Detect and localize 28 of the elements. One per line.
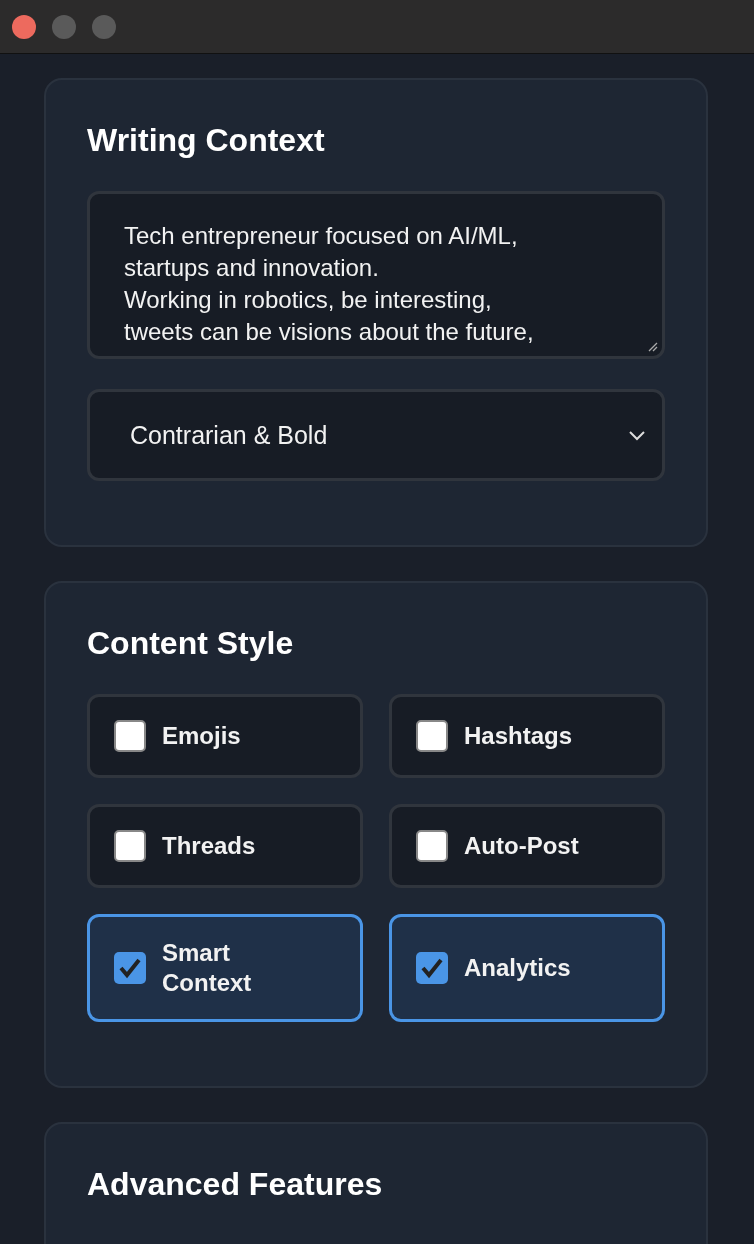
option-toggle[interactable]: Emojis xyxy=(87,694,363,778)
chevron-down-icon xyxy=(628,429,646,441)
resize-grip-icon[interactable] xyxy=(646,340,658,352)
close-window-button[interactable] xyxy=(12,14,36,39)
option-toggle[interactable]: Analytics xyxy=(389,914,665,1022)
option-label: Auto-Post xyxy=(464,831,579,861)
checkbox[interactable] xyxy=(416,720,448,752)
option-toggle[interactable]: Auto-Post xyxy=(389,804,665,888)
option-toggle[interactable]: Smart Context xyxy=(87,914,363,1022)
checkbox[interactable] xyxy=(114,830,146,862)
option-label: Emojis xyxy=(162,721,241,751)
checkbox[interactable] xyxy=(416,830,448,862)
tone-dropdown[interactable]: Contrarian & Bold xyxy=(87,389,665,481)
option-toggle[interactable]: Threads xyxy=(87,804,363,888)
option-label: Analytics xyxy=(464,953,571,983)
checkbox[interactable] xyxy=(114,952,146,984)
option-label: Hashtags xyxy=(464,721,573,751)
check-icon xyxy=(420,957,444,979)
section-title: Content Style xyxy=(87,625,295,662)
option-label: Smart Context xyxy=(162,938,252,998)
option-toggle[interactable]: Hashtags xyxy=(389,694,665,778)
check-icon xyxy=(118,957,142,979)
checkbox[interactable] xyxy=(416,952,448,984)
section-title: Writing Context xyxy=(87,122,326,159)
option-label: Threads xyxy=(162,831,256,861)
description-field[interactable]: Tech entrepreneur focused on AI/ML, startups and innovation. Working in robotics, be interesting, tweets can be visions about the future, xyxy=(87,191,665,359)
section-title: Advanced Features xyxy=(87,1166,384,1203)
checkbox[interactable] xyxy=(114,720,146,752)
